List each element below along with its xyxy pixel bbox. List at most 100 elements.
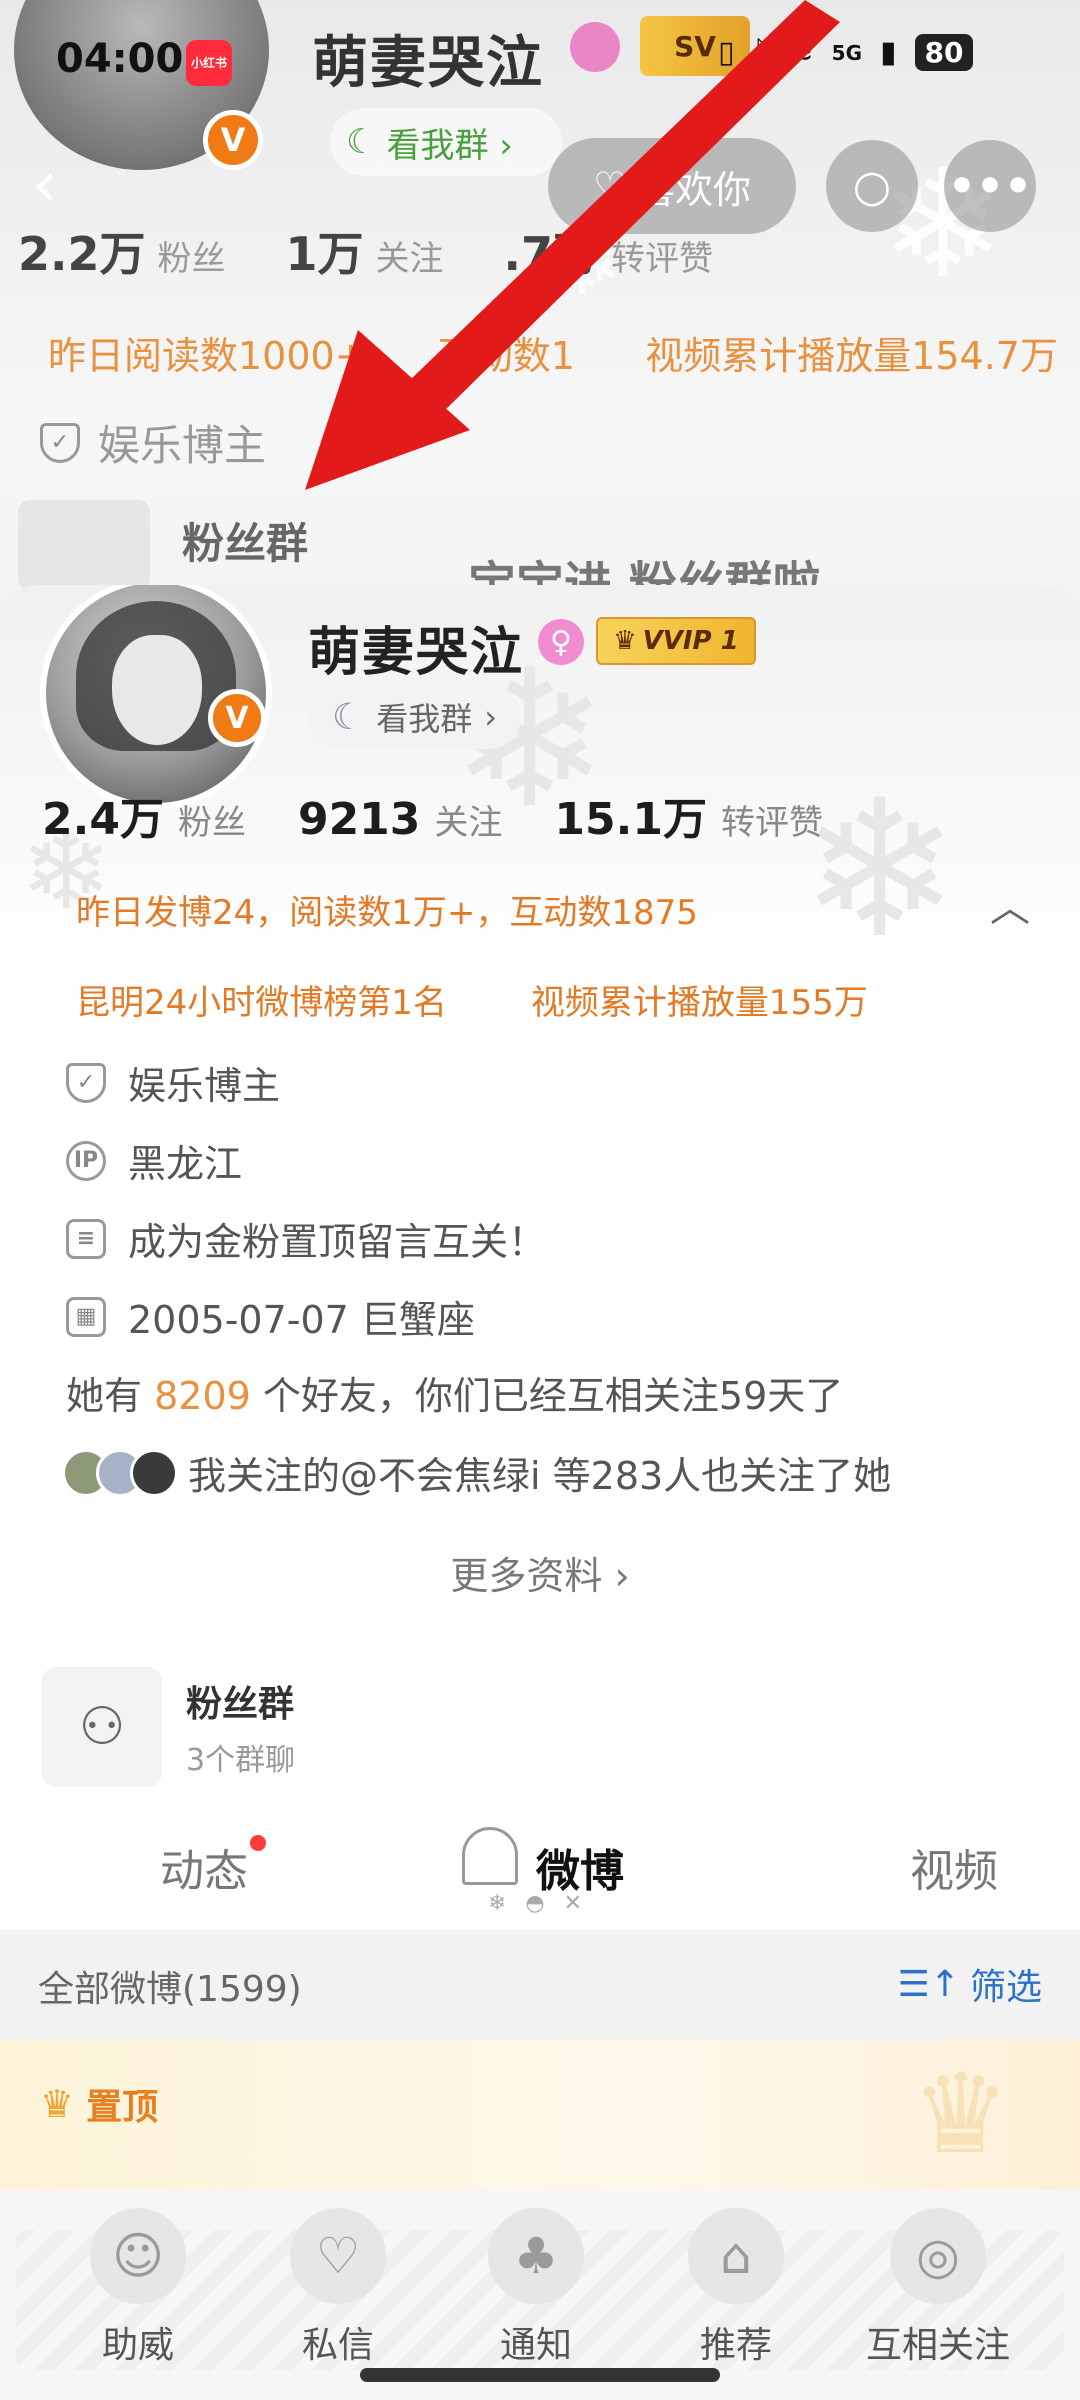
vvip-label: VVIP 1 <box>642 626 739 656</box>
info-ip-location: IP 黑龙江 <box>66 1133 242 1188</box>
background-group-label: 看我群 › <box>386 125 513 166</box>
background-stat-label: 粉丝 <box>157 239 226 279</box>
chevron-up-icon[interactable]: ︿ <box>990 875 1030 933</box>
bell-icon: ♣ <box>488 2208 584 2304</box>
view-my-group-button[interactable]: ☾ 看我群 › <box>308 685 522 749</box>
filter-label: 筛选 <box>969 1967 1042 2008</box>
info-bio-text: 成为金粉置顶留言互关！ <box>128 1220 547 1264</box>
achievement-summary: 昨日发博24，阅读数1万+，互动数1875 <box>76 893 698 933</box>
pinned-post-header[interactable]: ♛ 置顶 ♛ <box>0 2040 1080 2205</box>
tab-video[interactable]: 视频 <box>910 1835 998 1899</box>
nav-recommend-button[interactable]: ⌂ 推荐 <box>646 2208 826 2368</box>
signal-icon: ▮ <box>880 35 897 70</box>
app-notification-icon: 小红书 <box>186 40 232 86</box>
nav-cheer-button[interactable]: ☺ 助威 <box>48 2208 228 2368</box>
more-info-link[interactable]: 更多资料 › <box>0 1545 1080 1600</box>
stat-followers[interactable]: 2.4万 粉丝 <box>42 783 246 847</box>
fans-group-subtitle: 3个群聊 <box>186 1743 296 1778</box>
mini-avatar <box>130 1448 178 1497</box>
crown-decoration-icon: ♛ <box>911 2050 1010 2178</box>
achievement-ranking: 昆明24小时微博榜第1名 <box>76 983 447 1023</box>
info-category: ✓ 娱乐博主 <box>66 1055 280 1110</box>
female-icon: ♀ <box>538 619 584 665</box>
info-birthday: ▦ 2005-07-07 巨蟹座 <box>66 1289 475 1344</box>
pinned-label: ♛ 置顶 <box>40 2078 158 2130</box>
info-ip-text: 黑龙江 <box>128 1142 243 1186</box>
tab-weibo[interactable]: 微博 <box>536 1835 624 1899</box>
tab-video-label: 视频 <box>910 1846 998 1897</box>
ip-icon: IP <box>66 1140 106 1181</box>
nav-message-label: 私信 <box>301 2325 374 2366</box>
battery-icon: 80 <box>914 34 974 71</box>
unread-dot-icon <box>250 1835 266 1851</box>
friends-count[interactable]: 8209 <box>154 1374 251 1418</box>
background-fans-group-icon <box>18 500 150 590</box>
crown-icon: ♛ <box>40 2082 75 2126</box>
shield-icon: ✓ <box>66 1062 106 1103</box>
stat-following[interactable]: 9213 关注 <box>298 794 502 845</box>
achievement-row: 昆明24小时微博榜第1名 视频累计播放量155万 <box>76 975 868 1024</box>
vibrate-icon: ▯ <box>718 35 735 70</box>
background-achievement: 视频累计播放量154.7万 <box>645 334 1058 378</box>
group-people-icon: ⚇ <box>42 1667 162 1787</box>
all-weibo-count[interactable]: 全部微博(1599) <box>38 1960 302 2012</box>
mutual-followers-row[interactable]: 我关注的@不会焦绿i 等283人也关注了她 <box>62 1445 891 1500</box>
nav-notify-label: 通知 <box>499 2325 572 2366</box>
like-you-button[interactable]: ♡ 喜欢你 <box>548 138 796 234</box>
profile-card: ❄ ❄ ❄ V 萌妻哭泣 ♀ ♛ VVIP 1 ☾ 看我群 › 2.4万 粉丝 … <box>0 585 1080 2205</box>
filter-button[interactable]: ☰↑ 筛选 <box>898 1958 1042 2010</box>
stat-label: 粉丝 <box>177 803 246 843</box>
house-icon: ⌂ <box>688 2208 784 2304</box>
background-achievement: 昨日阅读数1000+ <box>48 334 367 378</box>
profile-tabs: 动态 微博 ❄ ◓ ✕ 视频 <box>0 1825 1080 1925</box>
wifi-icon: ≋ <box>788 35 814 70</box>
pinned-text: 置顶 <box>86 2087 159 2128</box>
chevron-right-icon: › <box>484 698 498 736</box>
background-stat-label: 关注 <box>375 239 444 279</box>
friends-info: 她有 8209 个好友，你们已经互相关注59天了 <box>66 1365 843 1420</box>
stat-value: 15.1万 <box>554 794 707 845</box>
stat-label: 关注 <box>434 803 503 843</box>
mutual-avatars <box>62 1448 178 1497</box>
shield-icon: ✓ <box>40 422 80 463</box>
background-stat-label: 转评赞 <box>611 239 713 279</box>
info-category-text: 娱乐博主 <box>128 1064 281 1108</box>
bluetooth-icon: ᛒ <box>752 35 771 70</box>
nav-mutual-follow-button[interactable]: ◎ 互相关注 <box>848 2208 1028 2368</box>
back-button[interactable]: ‹ <box>32 150 92 220</box>
moon-icon: ☾ <box>346 122 377 162</box>
stat-value: 9213 <box>297 794 421 845</box>
filter-icon: ☰↑ <box>897 1963 960 2005</box>
background-achievements: 昨日阅读数1000+ 互动数1 视频累计播放量154.7万 <box>48 325 1058 380</box>
like-you-label: 喜欢你 <box>637 167 752 212</box>
home-indicator[interactable] <box>360 2368 720 2382</box>
tab-weibo-label: 微博 <box>536 1846 624 1897</box>
vvip-badge[interactable]: ♛ VVIP 1 <box>596 617 756 665</box>
achievement-video-plays: 视频累计播放量155万 <box>530 983 868 1023</box>
nav-message-button[interactable]: ♡ 私信 <box>248 2208 428 2368</box>
nav-notify-button[interactable]: ♣ 通知 <box>446 2208 626 2368</box>
tab-dynamic-label: 动态 <box>160 1846 248 1897</box>
search-icon: ○ <box>852 160 892 212</box>
background-fans-group-label: 粉丝群 <box>182 519 309 568</box>
fans-group-title: 粉丝群 <box>186 1684 295 1725</box>
document-icon: ≡ <box>66 1218 106 1259</box>
mutual-follow-icon: ◎ <box>890 2208 986 2304</box>
nav-recommend-label: 推荐 <box>699 2325 772 2366</box>
feed-filter-bar: 全部微博(1599) ☰↑ 筛选 <box>0 1930 1080 2040</box>
search-button[interactable]: ○ <box>826 140 918 232</box>
tab-dynamic[interactable]: 动态 <box>160 1835 266 1899</box>
crown-icon: ♛ <box>613 626 637 656</box>
more-options-button[interactable]: ••• <box>944 140 1036 232</box>
avatar-face <box>112 635 202 745</box>
fans-group-entry[interactable]: ⚇ 粉丝群 3个群聊 <box>42 1667 1042 1787</box>
message-icon: ♡ <box>290 2208 386 2304</box>
background-blogger-label: 娱乐博主 <box>98 421 267 470</box>
profile-name: 萌妻哭泣 <box>308 623 525 683</box>
status-time: 04:00 <box>56 36 184 82</box>
background-stat-value: 2.2万 <box>18 227 146 281</box>
info-birthday-text: 2005-07-07 巨蟹座 <box>128 1298 475 1342</box>
stat-reposts-comments-likes[interactable]: 15.1万 转评赞 <box>554 783 823 847</box>
verified-badge-icon: V <box>208 689 266 747</box>
view-my-group-label: 看我群 <box>376 700 473 738</box>
